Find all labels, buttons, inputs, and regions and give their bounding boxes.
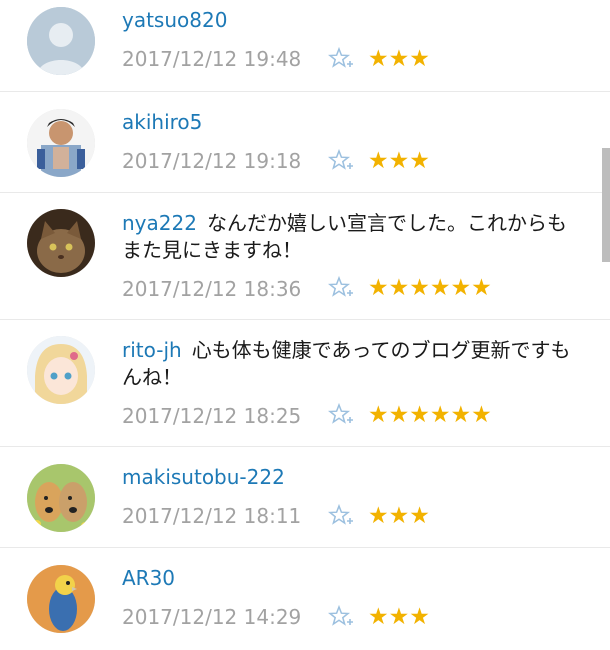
timestamp: 2017/12/12 18:25 [122, 404, 302, 428]
avatar[interactable] [27, 336, 95, 404]
star-rating: ★★★ [368, 503, 430, 529]
comment-body: nya222 なんだか嬉しい宣言でした。これからもまた見にきますね！ [122, 210, 586, 264]
add-star-icon[interactable] [328, 275, 354, 301]
cat-avatar-icon [27, 209, 95, 277]
username-link[interactable]: AR30 [122, 566, 175, 590]
default-avatar-icon [27, 7, 95, 75]
anime-avatar-icon [27, 336, 95, 404]
avatar[interactable] [27, 209, 95, 277]
add-star-icon[interactable] [328, 402, 354, 428]
comment-text: 心も体も健康であってのブログ更新ですもんね！ [122, 338, 571, 389]
add-star-icon[interactable] [328, 604, 354, 630]
comment-body: yatsuo820 [122, 7, 586, 34]
timestamp: 2017/12/12 19:18 [122, 149, 302, 173]
comment-meta: 2017/12/12 19:48 [122, 45, 301, 73]
user-avatar-icon [27, 109, 95, 177]
username-link[interactable]: yatsuo820 [122, 8, 227, 32]
avatar[interactable] [27, 464, 95, 532]
avatar[interactable] [27, 109, 95, 177]
comment-item: AR30 2017/12/12 14:29 ★★★ [0, 548, 610, 650]
comment-item: rito-jh 心も体も健康であってのブログ更新ですもんね！ 2017/12/12… [0, 320, 610, 447]
comment-meta: 2017/12/12 18:11 [122, 502, 301, 530]
comment-item: yatsuo820 2017/12/12 19:48 ★★★ [0, 0, 610, 92]
username-link[interactable]: rito-jh [122, 338, 182, 362]
username-link[interactable]: makisutobu-222 [122, 465, 285, 489]
star-rating: ★★★★★★ [368, 402, 492, 428]
timestamp: 2017/12/12 18:36 [122, 277, 302, 301]
star-rating: ★★★ [368, 604, 430, 630]
comment-item: nya222 なんだか嬉しい宣言でした。これからもまた見にきますね！ 2017/1… [0, 193, 610, 320]
add-star-icon[interactable] [328, 503, 354, 529]
add-star-icon[interactable] [328, 46, 354, 72]
comment-item: makisutobu-222 2017/12/12 18:11 ★★★ [0, 447, 610, 548]
timestamp: 2017/12/12 14:29 [122, 605, 302, 629]
timestamp: 2017/12/12 19:48 [122, 47, 302, 71]
timestamp: 2017/12/12 18:11 [122, 504, 302, 528]
comment-body: akihiro5 [122, 109, 586, 136]
comment-body: AR30 [122, 565, 586, 592]
scrollbar-thumb[interactable] [602, 148, 610, 262]
avatar[interactable] [27, 565, 95, 633]
comment-meta: 2017/12/12 19:18 [122, 147, 301, 175]
comment-body: makisutobu-222 [122, 464, 586, 491]
dogs-avatar-icon [27, 464, 95, 532]
comment-list: yatsuo820 2017/12/12 19:48 ★★★ akihiro5 [0, 0, 610, 640]
star-rating: ★★★★★★ [368, 275, 492, 301]
username-link[interactable]: nya222 [122, 211, 197, 235]
star-rating: ★★★ [368, 148, 430, 174]
comment-meta: 2017/12/12 18:36 [122, 275, 301, 303]
username-link[interactable]: akihiro5 [122, 110, 202, 134]
bird-avatar-icon [27, 565, 95, 633]
comment-meta: 2017/12/12 18:25 [122, 402, 301, 430]
star-rating: ★★★ [368, 46, 430, 72]
comment-body: rito-jh 心も体も健康であってのブログ更新ですもんね！ [122, 337, 586, 391]
comment-meta: 2017/12/12 14:29 [122, 603, 301, 631]
add-star-icon[interactable] [328, 148, 354, 174]
avatar[interactable] [27, 7, 95, 75]
comment-item: akihiro5 2017/12/12 19:18 ★★★ [0, 92, 610, 193]
